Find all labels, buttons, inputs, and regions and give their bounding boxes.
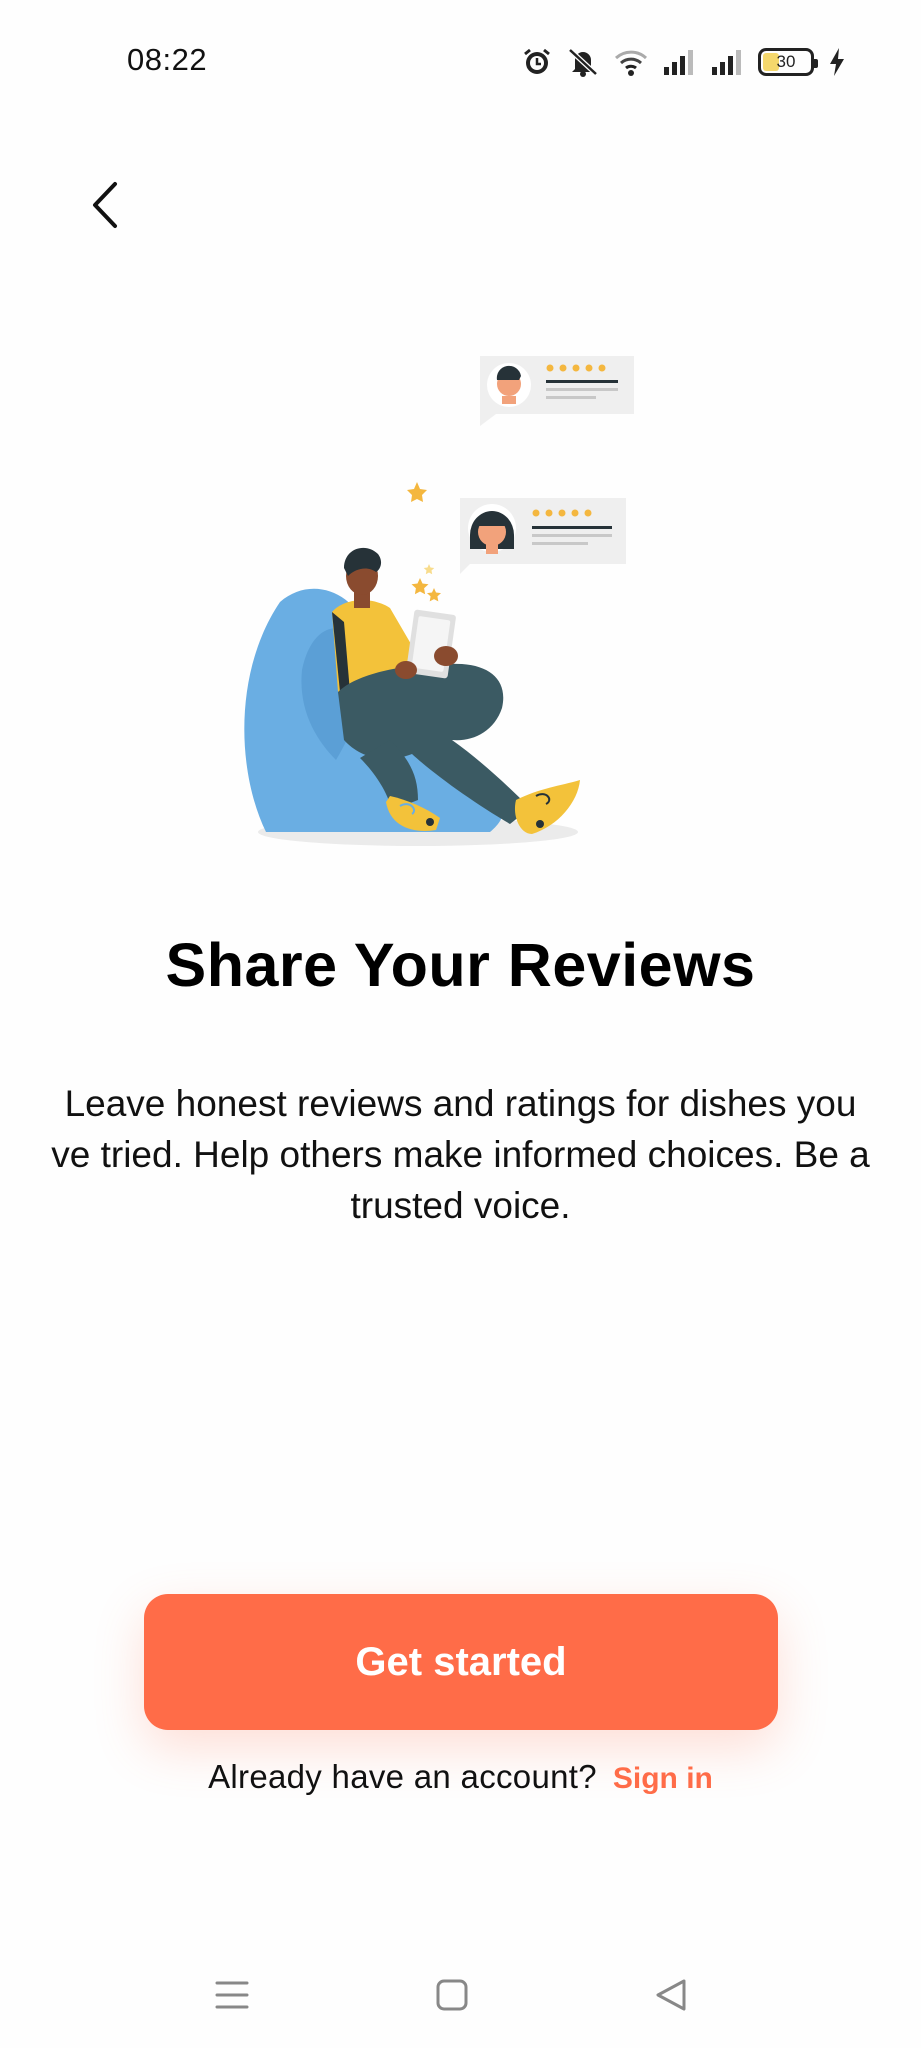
home-icon [436,1979,468,2011]
mute-icon [566,47,600,77]
back-button[interactable] [80,175,130,235]
wifi-icon [614,47,648,77]
status-icons: 30 [522,44,846,80]
battery-level: 30 [776,52,796,71]
review-bubble-man [480,356,634,426]
reviews-illustration [244,356,634,846]
sign-in-link[interactable]: Sign in [613,1762,713,1796]
battery-icon: 30 [758,48,818,76]
get-started-button[interactable]: Get started [144,1594,778,1730]
signal-icon [662,47,696,77]
home-button[interactable] [427,1970,477,2020]
review-bubble-woman [460,498,626,574]
star-icon [407,482,441,602]
system-nav-bar [0,1960,921,2030]
status-bar: 08:22 30 [0,0,921,120]
status-time: 08:22 [127,42,208,77]
menu-icon [215,1981,249,2009]
system-back-button[interactable] [646,1970,696,2020]
page-description: Leave honest reviews and ratings for dis… [51,1083,870,1226]
signin-row: Already have an account? Sign in [0,1758,921,1796]
chevron-left-icon [93,182,117,228]
menu-button[interactable] [207,1970,257,2020]
page-title: Share Your Reviews [165,931,756,999]
signal-icon [710,47,744,77]
charging-icon [828,47,846,77]
back-triangle-icon [656,1979,686,2011]
signin-prompt: Already have an account? [208,1758,597,1795]
alarm-icon [522,47,552,77]
